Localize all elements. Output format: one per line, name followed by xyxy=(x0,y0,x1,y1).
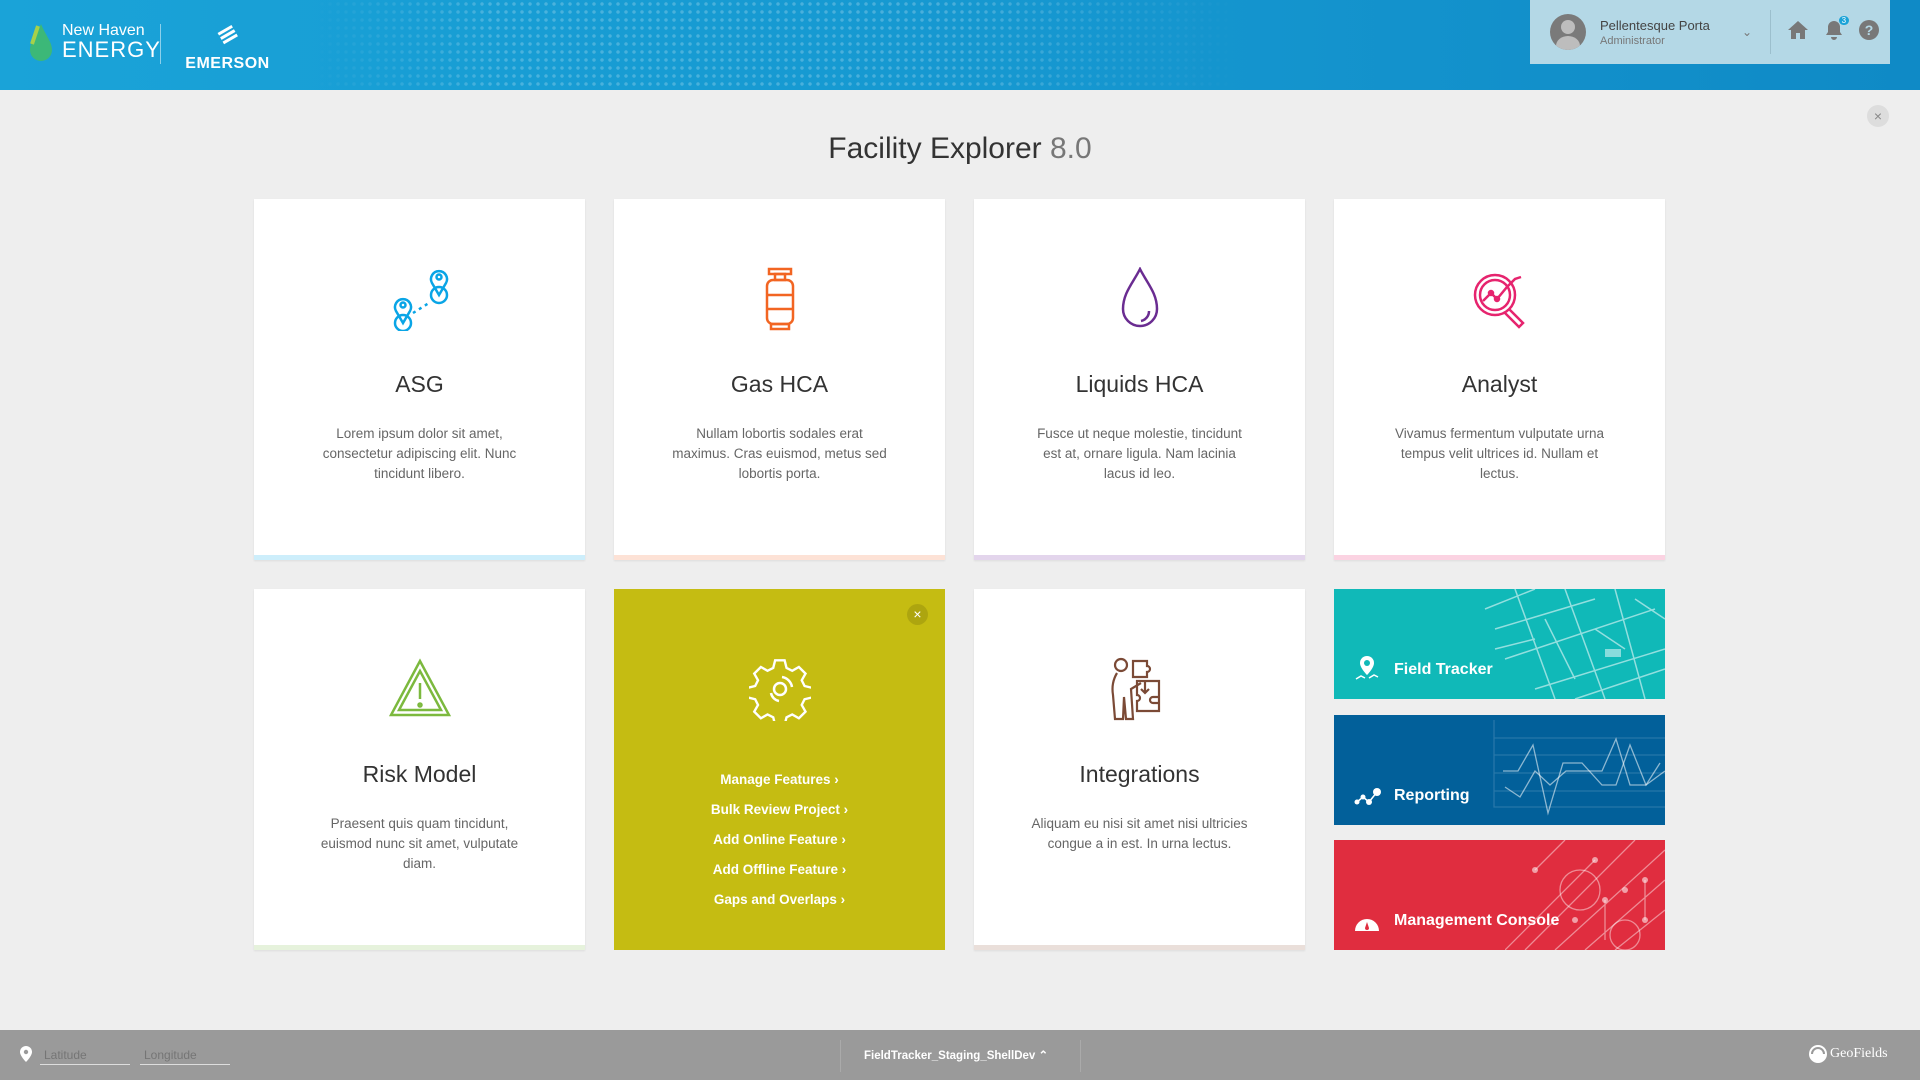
emerson-mark-icon xyxy=(217,24,238,45)
card-accent-bar xyxy=(254,555,585,560)
puzzle-person-icon xyxy=(1111,657,1161,721)
divider xyxy=(840,1040,841,1072)
circuit-pattern xyxy=(1505,840,1665,950)
svg-text:?: ? xyxy=(1865,22,1874,38)
latitude-input[interactable] xyxy=(40,1048,130,1065)
menu-item-manage-features[interactable]: Manage Features › xyxy=(614,765,945,795)
divider xyxy=(1770,10,1772,54)
card-accent-bar xyxy=(1334,555,1665,560)
magnifier-chart-icon xyxy=(1473,273,1525,329)
divider xyxy=(1080,1040,1081,1072)
line-chart-pattern xyxy=(1493,720,1665,816)
card-risk-model[interactable]: Risk Model Praesent quis quam tincidunt,… xyxy=(254,589,585,950)
tile-reporting[interactable]: Reporting xyxy=(1334,715,1665,825)
card-feature-menu: × Manage Features › Bulk Review Project … xyxy=(614,589,945,950)
card-analyst[interactable]: Analyst Vivamus fermentum vulputate urna… xyxy=(1334,199,1665,560)
card-liquids-hca[interactable]: Liquids HCA Fusce ut neque molestie, tin… xyxy=(974,199,1305,560)
app-header: New Haven ENERGY EMERSON Pellentesque Por… xyxy=(0,0,1920,90)
tile-field-tracker[interactable]: Field Tracker xyxy=(1334,589,1665,699)
geofields-logo: GeoFields xyxy=(1808,1044,1888,1064)
emerson-logo: EMERSON xyxy=(180,24,275,73)
card-asg[interactable]: ASG Lorem ipsum dolor sit amet, consecte… xyxy=(254,199,585,560)
close-icon[interactable]: × xyxy=(907,604,928,625)
close-button[interactable]: × xyxy=(1867,105,1889,127)
card-integrations[interactable]: Integrations Aliquam eu nisi sit amet ni… xyxy=(974,589,1305,950)
menu-item-add-offline-feature[interactable]: Add Offline Feature › xyxy=(614,855,945,885)
card-accent-bar xyxy=(254,945,585,950)
feature-menu: Manage Features › Bulk Review Project › … xyxy=(614,765,945,915)
card-accent-bar xyxy=(974,555,1305,560)
home-icon[interactable] xyxy=(1787,20,1809,45)
user-panel: Pellentesque Porta Administrator ⌄ 3 ? xyxy=(1530,0,1890,64)
status-bar: FieldTracker_Staging_ShellDev ⌃ GeoField… xyxy=(0,1030,1920,1080)
menu-item-gaps-and-overlaps[interactable]: Gaps and Overlaps › xyxy=(614,885,945,915)
geofields-mark-icon xyxy=(1809,1045,1827,1063)
environment-selector[interactable]: FieldTracker_Staging_ShellDev ⌃ xyxy=(864,1048,1048,1062)
help-icon[interactable]: ? xyxy=(1859,19,1880,45)
chevron-down-icon[interactable]: ⌄ xyxy=(1742,25,1752,39)
world-map-background xyxy=(310,0,1240,90)
location-pin-icon xyxy=(1355,656,1379,680)
chevron-up-icon: ⌃ xyxy=(1038,1050,1049,1062)
dashboard-gauge-icon xyxy=(1355,919,1379,931)
avatar[interactable] xyxy=(1550,14,1586,50)
gear-icon xyxy=(749,659,811,721)
line-graph-icon xyxy=(1354,788,1381,805)
warning-icon xyxy=(389,658,451,717)
street-map-pattern xyxy=(1484,589,1665,699)
map-pins-icon xyxy=(393,269,449,331)
location-pin-icon xyxy=(20,1046,32,1062)
gas-cylinder-icon xyxy=(765,267,795,331)
longitude-input[interactable] xyxy=(140,1048,230,1065)
card-accent-bar xyxy=(974,945,1305,950)
card-gas-hca[interactable]: Gas HCA Nullam lobortis sodales erat max… xyxy=(614,199,945,560)
droplet-logo-icon xyxy=(30,24,52,61)
logo-divider xyxy=(160,24,161,64)
bell-icon[interactable]: 3 xyxy=(1825,15,1850,45)
tile-management-console[interactable]: Management Console xyxy=(1334,840,1665,950)
menu-item-add-online-feature[interactable]: Add Online Feature › xyxy=(614,825,945,855)
card-accent-bar xyxy=(614,555,945,560)
page-title: Facility Explorer 8.0 xyxy=(828,132,1092,165)
user-menu[interactable]: Pellentesque Porta Administrator xyxy=(1600,18,1730,47)
notification-badge: 3 xyxy=(1838,15,1850,25)
droplet-icon xyxy=(1121,267,1159,328)
new-haven-energy-logo[interactable]: New Haven ENERGY xyxy=(28,22,161,62)
menu-item-bulk-review-project[interactable]: Bulk Review Project › xyxy=(614,795,945,825)
